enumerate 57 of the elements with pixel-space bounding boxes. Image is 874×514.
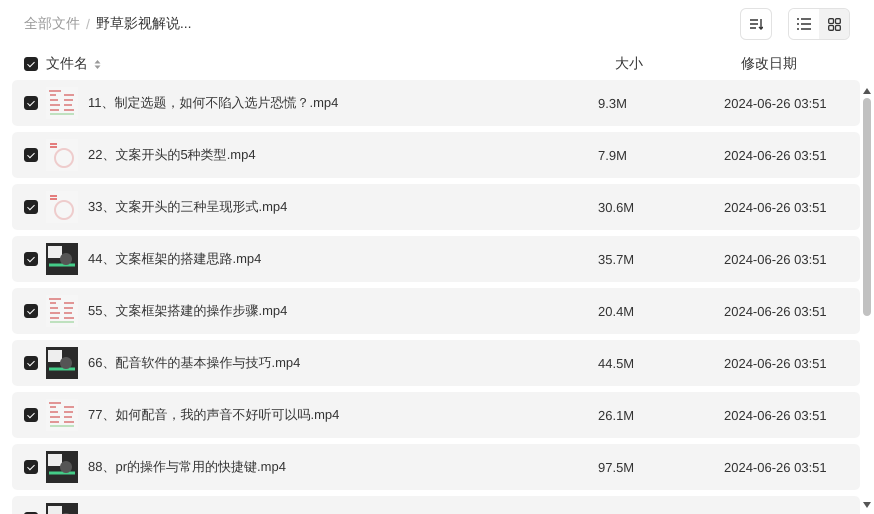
- modified-date: 2024-06-26 03:51: [724, 252, 827, 266]
- file-size: 26.1M: [598, 408, 636, 422]
- file-name: 44、文案框架的搭建思路.mp4: [88, 250, 262, 268]
- modified-date: 2024-06-26 03:51: [724, 304, 827, 318]
- file-row[interactable]: 77、如何配音，我的声音不好听可以吗.mp4 26.1M 2024-06-26 03:51: [12, 392, 860, 438]
- grid-view-button[interactable]: [819, 9, 849, 39]
- file-row[interactable]: 44、文案框架的搭建思路.mp4 35.7M 2024-06-26 03:51: [12, 236, 860, 282]
- file-size: 44.5M: [598, 356, 636, 370]
- file-name: 33、文案开头的三种呈现形式.mp4: [88, 198, 288, 216]
- file-name: 88、pr的操作与常用的快捷键.mp4: [88, 458, 287, 476]
- sort-icon: [749, 17, 763, 31]
- list-icon: [797, 18, 811, 30]
- row-checkbox[interactable]: [24, 96, 38, 110]
- grid-icon: [828, 18, 840, 30]
- file-size: 20.4M: [598, 304, 636, 318]
- row-checkbox[interactable]: [24, 460, 38, 474]
- breadcrumb-item: 野草影视解说...: [96, 15, 192, 33]
- modified-date: 2024-06-26 03:51: [724, 356, 827, 370]
- modified-date: 2024-06-26 03:51: [724, 200, 827, 214]
- modified-date: 2024-06-26 03:51: [724, 96, 827, 110]
- sort-button[interactable]: [740, 8, 772, 40]
- file-row[interactable]: 33、文案开头的三种呈现形式.mp4 30.6M 2024-06-26 03:51: [12, 184, 860, 230]
- file-size: 97.5M: [598, 460, 636, 474]
- video-thumbnail: [46, 347, 78, 379]
- file-size: 7.9M: [598, 148, 628, 162]
- row-checkbox[interactable]: [24, 356, 38, 370]
- row-checkbox[interactable]: [24, 408, 38, 422]
- file-name: 22、文案开头的5种类型.mp4: [88, 146, 257, 164]
- file-name: 55、文案框架搭建的操作步骤.mp4: [88, 302, 288, 320]
- scroll-down-icon[interactable]: [863, 502, 871, 508]
- modified-date: 2024-06-26 03:51: [724, 408, 827, 422]
- video-thumbnail: [46, 451, 78, 483]
- column-header[interactable]: 大小: [615, 55, 741, 73]
- select-all-checkbox[interactable]: [24, 57, 38, 71]
- file-row[interactable]: 55、文案框架搭建的操作步骤.mp4 20.4M 2024-06-26 03:51: [12, 288, 860, 334]
- file-size: 9.3M: [598, 96, 628, 110]
- file-name: 11、制定选题，如何不陷入选片恐慌？.mp4: [88, 94, 340, 112]
- row-checkbox[interactable]: [24, 200, 38, 214]
- file-row[interactable]: 11、制定选题，如何不陷入选片恐慌？.mp4 9.3M 2024-06-26 03:51: [12, 80, 860, 126]
- video-thumbnail: [46, 243, 78, 275]
- row-checkbox[interactable]: [24, 148, 38, 162]
- breadcrumb-separator: /: [86, 16, 90, 32]
- file-row[interactable]: 22、文案开头的5种类型.mp4 7.9M 2024-06-26 03:51: [12, 132, 860, 178]
- row-checkbox[interactable]: [24, 252, 38, 266]
- file-row[interactable]: 66、配音软件的基本操作与技巧.mp4 44.5M 2024-06-26 03:51: [12, 340, 860, 386]
- column-header[interactable]: 修改日期: [741, 55, 797, 73]
- sort-arrows-icon: [94, 58, 101, 70]
- modified-date: 2024-06-26 03:51: [724, 460, 827, 474]
- row-checkbox[interactable]: [24, 304, 38, 318]
- file-row[interactable]: 88、pr的操作与常用的快捷键.mp4 97.5M 2024-06-26 03:51: [12, 444, 860, 490]
- file-name: 66、配音软件的基本操作与技巧.mp4: [88, 354, 302, 372]
- file-size: 35.7M: [598, 252, 636, 266]
- file-size: 30.6M: [598, 200, 636, 214]
- file-name: 77、如何配音，我的声音不好听可以吗.mp4: [88, 406, 340, 424]
- column-header[interactable]: 文件名: [46, 55, 88, 73]
- scroll-up-icon[interactable]: [863, 88, 871, 94]
- modified-date: 2024-06-26 03:51: [724, 148, 827, 162]
